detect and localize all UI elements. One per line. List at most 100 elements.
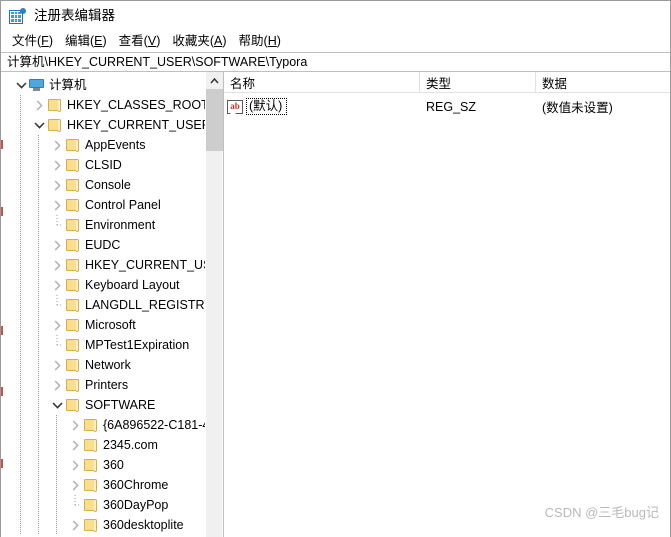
- scroll-thumb[interactable]: [206, 89, 223, 151]
- tree-guide-line: [38, 275, 39, 295]
- tree-guide-line: [20, 455, 21, 475]
- tree-guide-line: [20, 375, 21, 395]
- chevron-right-icon[interactable]: [49, 255, 65, 275]
- chevron-right-icon[interactable]: [49, 135, 65, 155]
- tree-item[interactable]: Printers: [1, 375, 206, 395]
- tree-item[interactable]: MPTest1Expiration: [1, 335, 206, 355]
- folder-icon: [65, 397, 81, 413]
- tree-item-label: HKEY_CLASSES_ROOT: [67, 97, 206, 112]
- chevron-right-icon[interactable]: [49, 155, 65, 175]
- tree-item-label: SOFTWARE: [85, 397, 156, 412]
- tree-item[interactable]: HKEY_CLASSES_ROOT: [1, 95, 206, 115]
- value-row[interactable]: ab (默认) REG_SZ (数值未设置): [224, 96, 670, 117]
- chevron-right-icon[interactable]: [67, 415, 83, 435]
- chevron-right-icon[interactable]: [49, 275, 65, 295]
- tree-guide-line: [56, 495, 57, 515]
- chevron-down-icon[interactable]: [49, 395, 65, 415]
- tree-guide-line: [38, 135, 39, 155]
- menu-item-4[interactable]: 收藏夹(A): [169, 34, 235, 49]
- tree-item[interactable]: 2345.com: [1, 435, 206, 455]
- value-name-cell[interactable]: ab (默认): [224, 96, 420, 117]
- menu-item-2[interactable]: 编辑(E): [62, 34, 116, 49]
- tree-item-label: AppEvents: [85, 137, 146, 152]
- tree-item[interactable]: 360: [1, 455, 206, 475]
- folder-icon: [65, 337, 81, 353]
- tree-item-label: Environment: [85, 217, 156, 232]
- values-list-body: ab (默认) REG_SZ (数值未设置): [224, 93, 670, 117]
- tree-guide-line: [20, 235, 21, 255]
- tree-item[interactable]: HKEY_CURRENT_USER: [1, 115, 206, 135]
- tree-guide-line: [20, 495, 21, 515]
- tree-guide-line: [20, 435, 21, 455]
- column-header-name[interactable]: 名称: [224, 72, 420, 93]
- tree-guide-line: [56, 515, 57, 535]
- menu-item-1[interactable]: 文件(F): [9, 34, 62, 49]
- tree-item-label: EUDC: [85, 237, 121, 252]
- tree-guide-line: [20, 155, 21, 175]
- tree-guide-line: [56, 435, 57, 455]
- registry-tree: 计算机 HKEY_CLASSES_ROOT HKEY_CURRENT_USER App…: [1, 72, 206, 535]
- registry-tree-pane: 计算机 HKEY_CLASSES_ROOT HKEY_CURRENT_USER App…: [1, 72, 224, 537]
- tree-item[interactable]: LANGDLL_REGISTRY_K: [1, 295, 206, 315]
- tree-guide-line: [38, 455, 39, 475]
- folder-icon: [65, 317, 81, 333]
- tree-item[interactable]: 计算机: [1, 75, 206, 95]
- menu-item-5[interactable]: 帮助(H): [236, 34, 290, 49]
- tree-item-label: CLSID: [85, 157, 122, 172]
- chevron-right-icon[interactable]: [49, 235, 65, 255]
- chevron-right-icon[interactable]: [49, 375, 65, 395]
- tree-guide-line: [38, 235, 39, 255]
- tree-item[interactable]: Network: [1, 355, 206, 375]
- chevron-right-icon[interactable]: [31, 95, 47, 115]
- column-header-data[interactable]: 数据: [536, 72, 670, 93]
- tree-item[interactable]: SOFTWARE: [1, 395, 206, 415]
- column-header-type[interactable]: 类型: [420, 72, 536, 93]
- tree-item[interactable]: AppEvents: [1, 135, 206, 155]
- tree-guide-line: [38, 195, 39, 215]
- tree-item[interactable]: Environment: [1, 215, 206, 235]
- chevron-right-icon[interactable]: [49, 315, 65, 335]
- tree-item-label: 计算机: [49, 77, 87, 92]
- tree-item[interactable]: 360DayPop: [1, 495, 206, 515]
- chevron-down-icon[interactable]: [13, 75, 29, 95]
- tree-guide-line: [20, 115, 21, 135]
- tree-guide-line: [20, 395, 21, 415]
- tree-item-label: 360DayPop: [103, 497, 169, 512]
- folder-icon: [47, 97, 63, 113]
- edge-artifact: [1, 207, 3, 216]
- tree-scroll-area: 计算机 HKEY_CLASSES_ROOT HKEY_CURRENT_USER App…: [1, 72, 206, 537]
- chevron-right-icon[interactable]: [67, 475, 83, 495]
- tree-guide-line: [20, 135, 21, 155]
- tree-item-label: MPTest1Expiration: [85, 337, 190, 352]
- tree-vertical-scrollbar[interactable]: [205, 72, 223, 537]
- menu-item-3[interactable]: 查看(V): [116, 34, 170, 49]
- chevron-down-icon[interactable]: [31, 115, 47, 135]
- chevron-right-icon[interactable]: [67, 435, 83, 455]
- tree-guide-line: [38, 295, 39, 315]
- chevron-right-icon[interactable]: [67, 515, 83, 535]
- tree-item[interactable]: {6A896522-C181-45: [1, 415, 206, 435]
- tree-guide-line: [38, 475, 39, 495]
- tree-item-label: HKEY_CURRENT_USER: [67, 117, 206, 132]
- tree-item[interactable]: Keyboard Layout: [1, 275, 206, 295]
- chevron-right-icon[interactable]: [67, 455, 83, 475]
- folder-icon: [83, 497, 99, 513]
- scroll-up-button[interactable]: [206, 72, 223, 89]
- chevron-right-icon[interactable]: [49, 355, 65, 375]
- tree-item[interactable]: Microsoft: [1, 315, 206, 335]
- tree-item[interactable]: EUDC: [1, 235, 206, 255]
- tree-item[interactable]: 360desktoplite: [1, 515, 206, 535]
- chevron-right-icon[interactable]: [49, 175, 65, 195]
- folder-icon: [83, 477, 99, 493]
- tree-item[interactable]: HKEY_CURRENT_USER: [1, 255, 206, 275]
- title-bar: 注册表编辑器: [1, 1, 670, 31]
- edge-artifact: [1, 140, 3, 149]
- chevron-right-icon[interactable]: [49, 195, 65, 215]
- tree-item[interactable]: CLSID: [1, 155, 206, 175]
- tree-guide-line: [38, 175, 39, 195]
- tree-item[interactable]: Control Panel: [1, 195, 206, 215]
- tree-item[interactable]: 360Chrome: [1, 475, 206, 495]
- tree-item[interactable]: Console: [1, 175, 206, 195]
- tree-guide-line: [20, 175, 21, 195]
- address-bar[interactable]: 计算机\HKEY_CURRENT_USER\SOFTWARE\Typora: [1, 52, 670, 72]
